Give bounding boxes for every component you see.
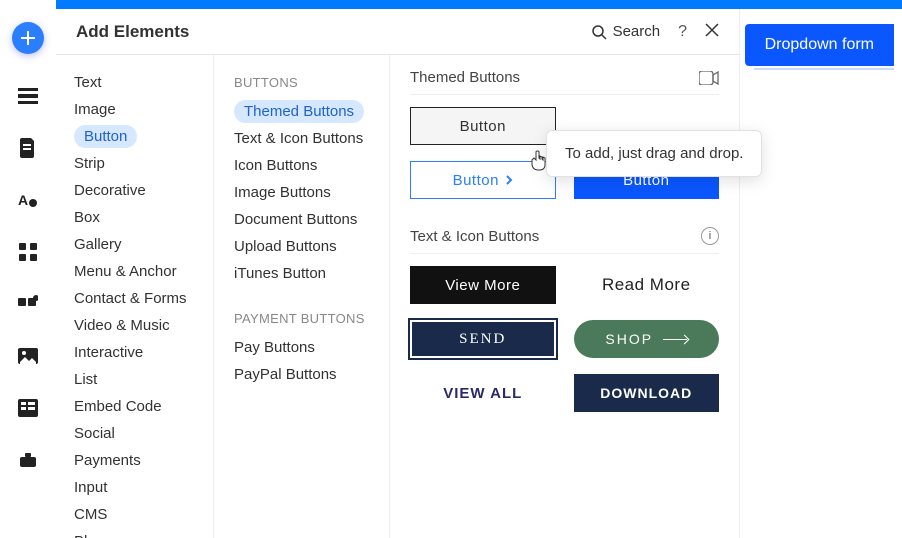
section-icon[interactable] [18,86,38,106]
close-icon[interactable] [705,23,719,40]
search-button[interactable]: Search [591,23,661,40]
demo-button-send[interactable]: SEND [410,320,556,358]
media-icon[interactable] [18,346,38,366]
dropdown-form-chip[interactable]: Dropdown form [745,24,894,66]
left-rail: A [0,0,56,538]
cat-blog[interactable]: Blog [74,528,213,538]
demo-button-readmore[interactable]: Read More [574,266,720,304]
category-list: Text Image Button Strip Decorative Box G… [56,55,214,538]
svg-text:A: A [18,192,28,208]
cat-decorative[interactable]: Decorative [74,177,213,204]
page-icon[interactable] [18,138,38,158]
cat-cms[interactable]: CMS [74,501,213,528]
sub-pay-buttons[interactable]: Pay Buttons [234,334,389,361]
search-icon [591,24,607,40]
sub-itunes-button[interactable]: iTunes Button [234,260,389,287]
business-icon[interactable] [18,450,38,470]
right-separator [754,68,894,70]
drag-tooltip: To add, just drag and drop. [546,130,762,177]
sub-upload-buttons[interactable]: Upload Buttons [234,233,389,260]
cat-interactive[interactable]: Interactive [74,339,213,366]
cat-payments[interactable]: Payments [74,447,213,474]
data-icon[interactable] [18,398,38,418]
chevron-right-icon [505,172,513,189]
cat-contact-forms[interactable]: Contact & Forms [74,285,213,312]
add-elements-button[interactable] [12,22,44,54]
video-help-icon[interactable] [699,71,719,85]
addons-icon[interactable] [18,294,38,314]
top-accent-bar [56,0,902,9]
search-label: Search [613,23,661,40]
subhead-payment: PAYMENT BUTTONS [234,311,389,326]
sub-document-buttons[interactable]: Document Buttons [234,206,389,233]
cat-box[interactable]: Box [74,204,213,231]
cat-list[interactable]: List [74,366,213,393]
section-texticon-title: Text & Icon Buttons [410,228,539,245]
cat-image[interactable]: Image [74,96,213,123]
cursor-icon [530,150,548,175]
cat-menu-anchor[interactable]: Menu & Anchor [74,258,213,285]
design-icon[interactable]: A [18,190,38,210]
cat-video-music[interactable]: Video & Music [74,312,213,339]
cat-input[interactable]: Input [74,474,213,501]
demo-button-outline[interactable]: Button [410,107,556,145]
info-icon[interactable]: i [701,227,719,245]
panel-header: Add Elements Search ? [56,9,739,55]
cat-social[interactable]: Social [74,420,213,447]
sub-paypal-buttons[interactable]: PayPal Buttons [234,361,389,388]
sub-themed-buttons[interactable]: Themed Buttons [234,100,364,123]
sub-icon-buttons[interactable]: Icon Buttons [234,152,389,179]
help-icon[interactable]: ? [678,23,687,41]
demo-button-shop[interactable]: SHOP [574,320,720,358]
subcategory-list: BUTTONS Themed Buttons Text & Icon Butto… [214,55,390,538]
demo-button-shop-label: SHOP [605,331,653,347]
demo-button-viewall[interactable]: VIEW ALL [410,374,556,412]
sub-text-icon-buttons[interactable]: Text & Icon Buttons [234,125,389,152]
demo-button-outline-blue-label: Button [453,172,499,189]
cat-text[interactable]: Text [74,69,213,96]
demo-button-download[interactable]: DOWNLOAD [574,374,720,412]
cat-embed-code[interactable]: Embed Code [74,393,213,420]
preview-pane: Themed Buttons Button Button Button Text… [390,55,739,538]
demo-button-viewmore[interactable]: View More [410,266,556,304]
cat-strip[interactable]: Strip [74,150,213,177]
subhead-buttons: BUTTONS [234,75,389,90]
panel-title: Add Elements [76,22,189,42]
sub-image-buttons[interactable]: Image Buttons [234,179,389,206]
section-themed-title: Themed Buttons [410,69,520,86]
cat-button[interactable]: Button [74,125,137,148]
arrow-right-icon [663,339,687,340]
add-elements-panel: Add Elements Search ? Text Image Button … [56,9,740,538]
apps-icon[interactable] [18,242,38,262]
cat-gallery[interactable]: Gallery [74,231,213,258]
